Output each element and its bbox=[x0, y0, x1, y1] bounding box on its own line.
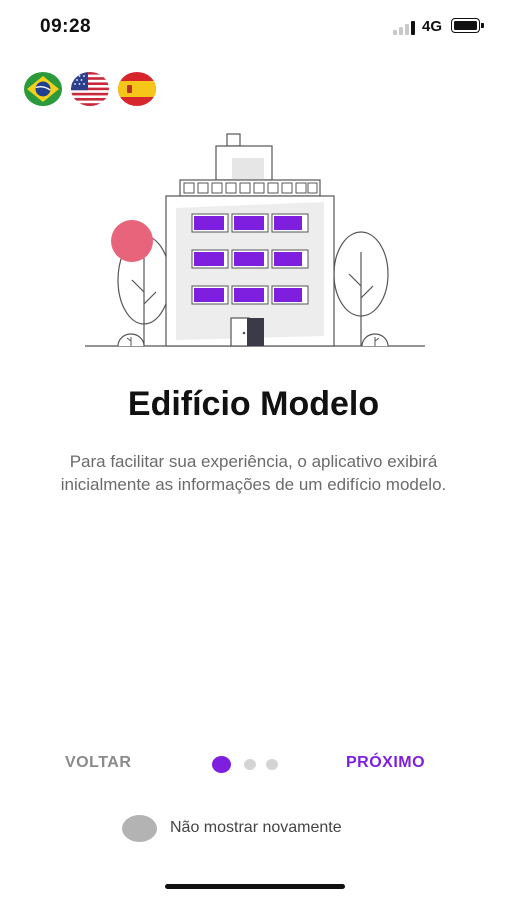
page-dot bbox=[244, 759, 256, 770]
page-dot bbox=[266, 759, 278, 770]
page-dot-active bbox=[212, 756, 231, 773]
brazil-flag-icon[interactable] bbox=[24, 72, 62, 106]
spain-flag-icon[interactable] bbox=[118, 72, 156, 106]
usa-flag-icon[interactable] bbox=[71, 72, 109, 106]
back-button[interactable]: VOLTAR bbox=[65, 754, 131, 772]
network-type: 4G bbox=[422, 18, 443, 35]
dont-show-again-label: Não mostrar novamente bbox=[170, 819, 342, 836]
status-bar: 09:28 4G bbox=[0, 0, 507, 54]
next-button[interactable]: PRÓXIMO bbox=[346, 754, 425, 772]
home-indicator bbox=[165, 884, 345, 889]
status-time: 09:28 bbox=[40, 16, 92, 37]
signal-icon bbox=[393, 21, 417, 35]
page-description: Para facilitar sua experiência, o aplica… bbox=[60, 452, 447, 494]
battery-icon bbox=[451, 18, 484, 33]
page-title: Edifício Modelo bbox=[127, 385, 380, 423]
page-indicator bbox=[212, 756, 282, 774]
dont-show-again-checkbox[interactable] bbox=[122, 815, 157, 842]
building-icon bbox=[80, 130, 430, 355]
